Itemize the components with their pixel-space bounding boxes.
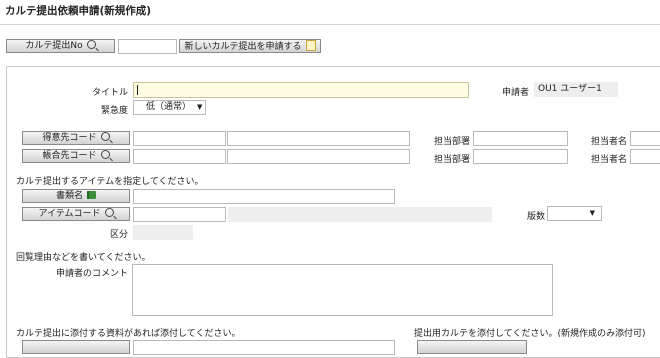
account-code-button[interactable]: 帳合先コード [22, 149, 130, 163]
book-icon [87, 191, 96, 199]
account-dept-label: 担当部署 [434, 155, 471, 165]
search-icon [100, 150, 110, 159]
customer-code-button[interactable]: 得意先コード [22, 131, 130, 145]
comment-label: 申請者のコメント [55, 269, 128, 279]
attach-instruction: カルテ提出に添付する資料があれば添付してください。 [16, 329, 241, 339]
document-name-button-label: 書類名 [55, 191, 83, 201]
applicant-label: 申請者 [502, 88, 530, 98]
search-icon [86, 40, 96, 49]
urgency-select[interactable]: 低（通常） ▼ [133, 100, 206, 115]
karte-no-button[interactable]: カルテ提出No [6, 39, 115, 53]
chevron-down-icon: ▼ [589, 209, 595, 217]
new-karte-request-label: 新しいカルテ提出を申請する [184, 42, 302, 52]
attach-file-button[interactable] [22, 340, 130, 354]
document-icon [305, 40, 316, 51]
edition-label: 版数 [527, 212, 546, 222]
search-icon [100, 132, 110, 141]
account-code-input[interactable] [133, 149, 226, 164]
category-label: 区分 [109, 230, 128, 240]
edition-select[interactable]: ▼ [547, 206, 602, 221]
title-label: タイトル [91, 88, 128, 98]
urgency-label: 緊急度 [100, 106, 128, 116]
item-code-button[interactable]: アイテムコード [22, 207, 130, 221]
document-name-button[interactable]: 書類名 [22, 189, 130, 203]
page-title: カルテ提出依頼申請(新規作成) [5, 5, 152, 17]
search-icon [104, 208, 114, 217]
item-code-input[interactable] [133, 207, 226, 222]
karte-attach-button[interactable] [417, 340, 527, 354]
item-code-button-label: アイテムコード [38, 209, 101, 219]
account-person-label: 担当者名 [591, 155, 628, 165]
applicant-value: OU1 ユーザー1 [534, 82, 618, 97]
customer-dept-label: 担当部署 [434, 137, 471, 147]
reason-instruction: 回覧理由などを書いてください。 [16, 253, 151, 263]
comment-textarea[interactable] [132, 264, 553, 316]
customer-code-input[interactable] [133, 131, 226, 146]
customer-dept-input[interactable] [473, 131, 568, 146]
customer-code-button-label: 得意先コード [42, 133, 97, 143]
title-input[interactable] [133, 82, 469, 98]
account-name-input[interactable] [227, 149, 410, 164]
account-dept-input[interactable] [473, 149, 568, 164]
customer-person-label: 担当者名 [591, 137, 628, 147]
category-value [133, 225, 193, 240]
new-karte-request-button[interactable]: 新しいカルテ提出を申請する [179, 39, 321, 53]
item-instruction: カルテ提出するアイテムを指定してください。 [16, 177, 204, 187]
account-person-input[interactable] [630, 149, 660, 164]
item-name-readonly [228, 207, 492, 222]
account-code-button-label: 帳合先コード [42, 151, 97, 161]
customer-person-input[interactable] [630, 131, 660, 146]
chevron-down-icon: ▼ [197, 103, 203, 111]
attach-file-input[interactable] [133, 340, 395, 355]
karte-no-input[interactable] [118, 39, 177, 54]
karte-no-button-label: カルテ提出No [25, 41, 83, 51]
customer-name-input[interactable] [227, 131, 410, 146]
title-divider [0, 24, 660, 25]
document-name-input[interactable] [133, 189, 395, 204]
urgency-select-value: 低（通常） [146, 102, 192, 112]
text-cursor [137, 85, 138, 95]
karte-attach-instruction: 提出用カルテを添付してください。(新規作成のみ添付可) [414, 329, 646, 339]
